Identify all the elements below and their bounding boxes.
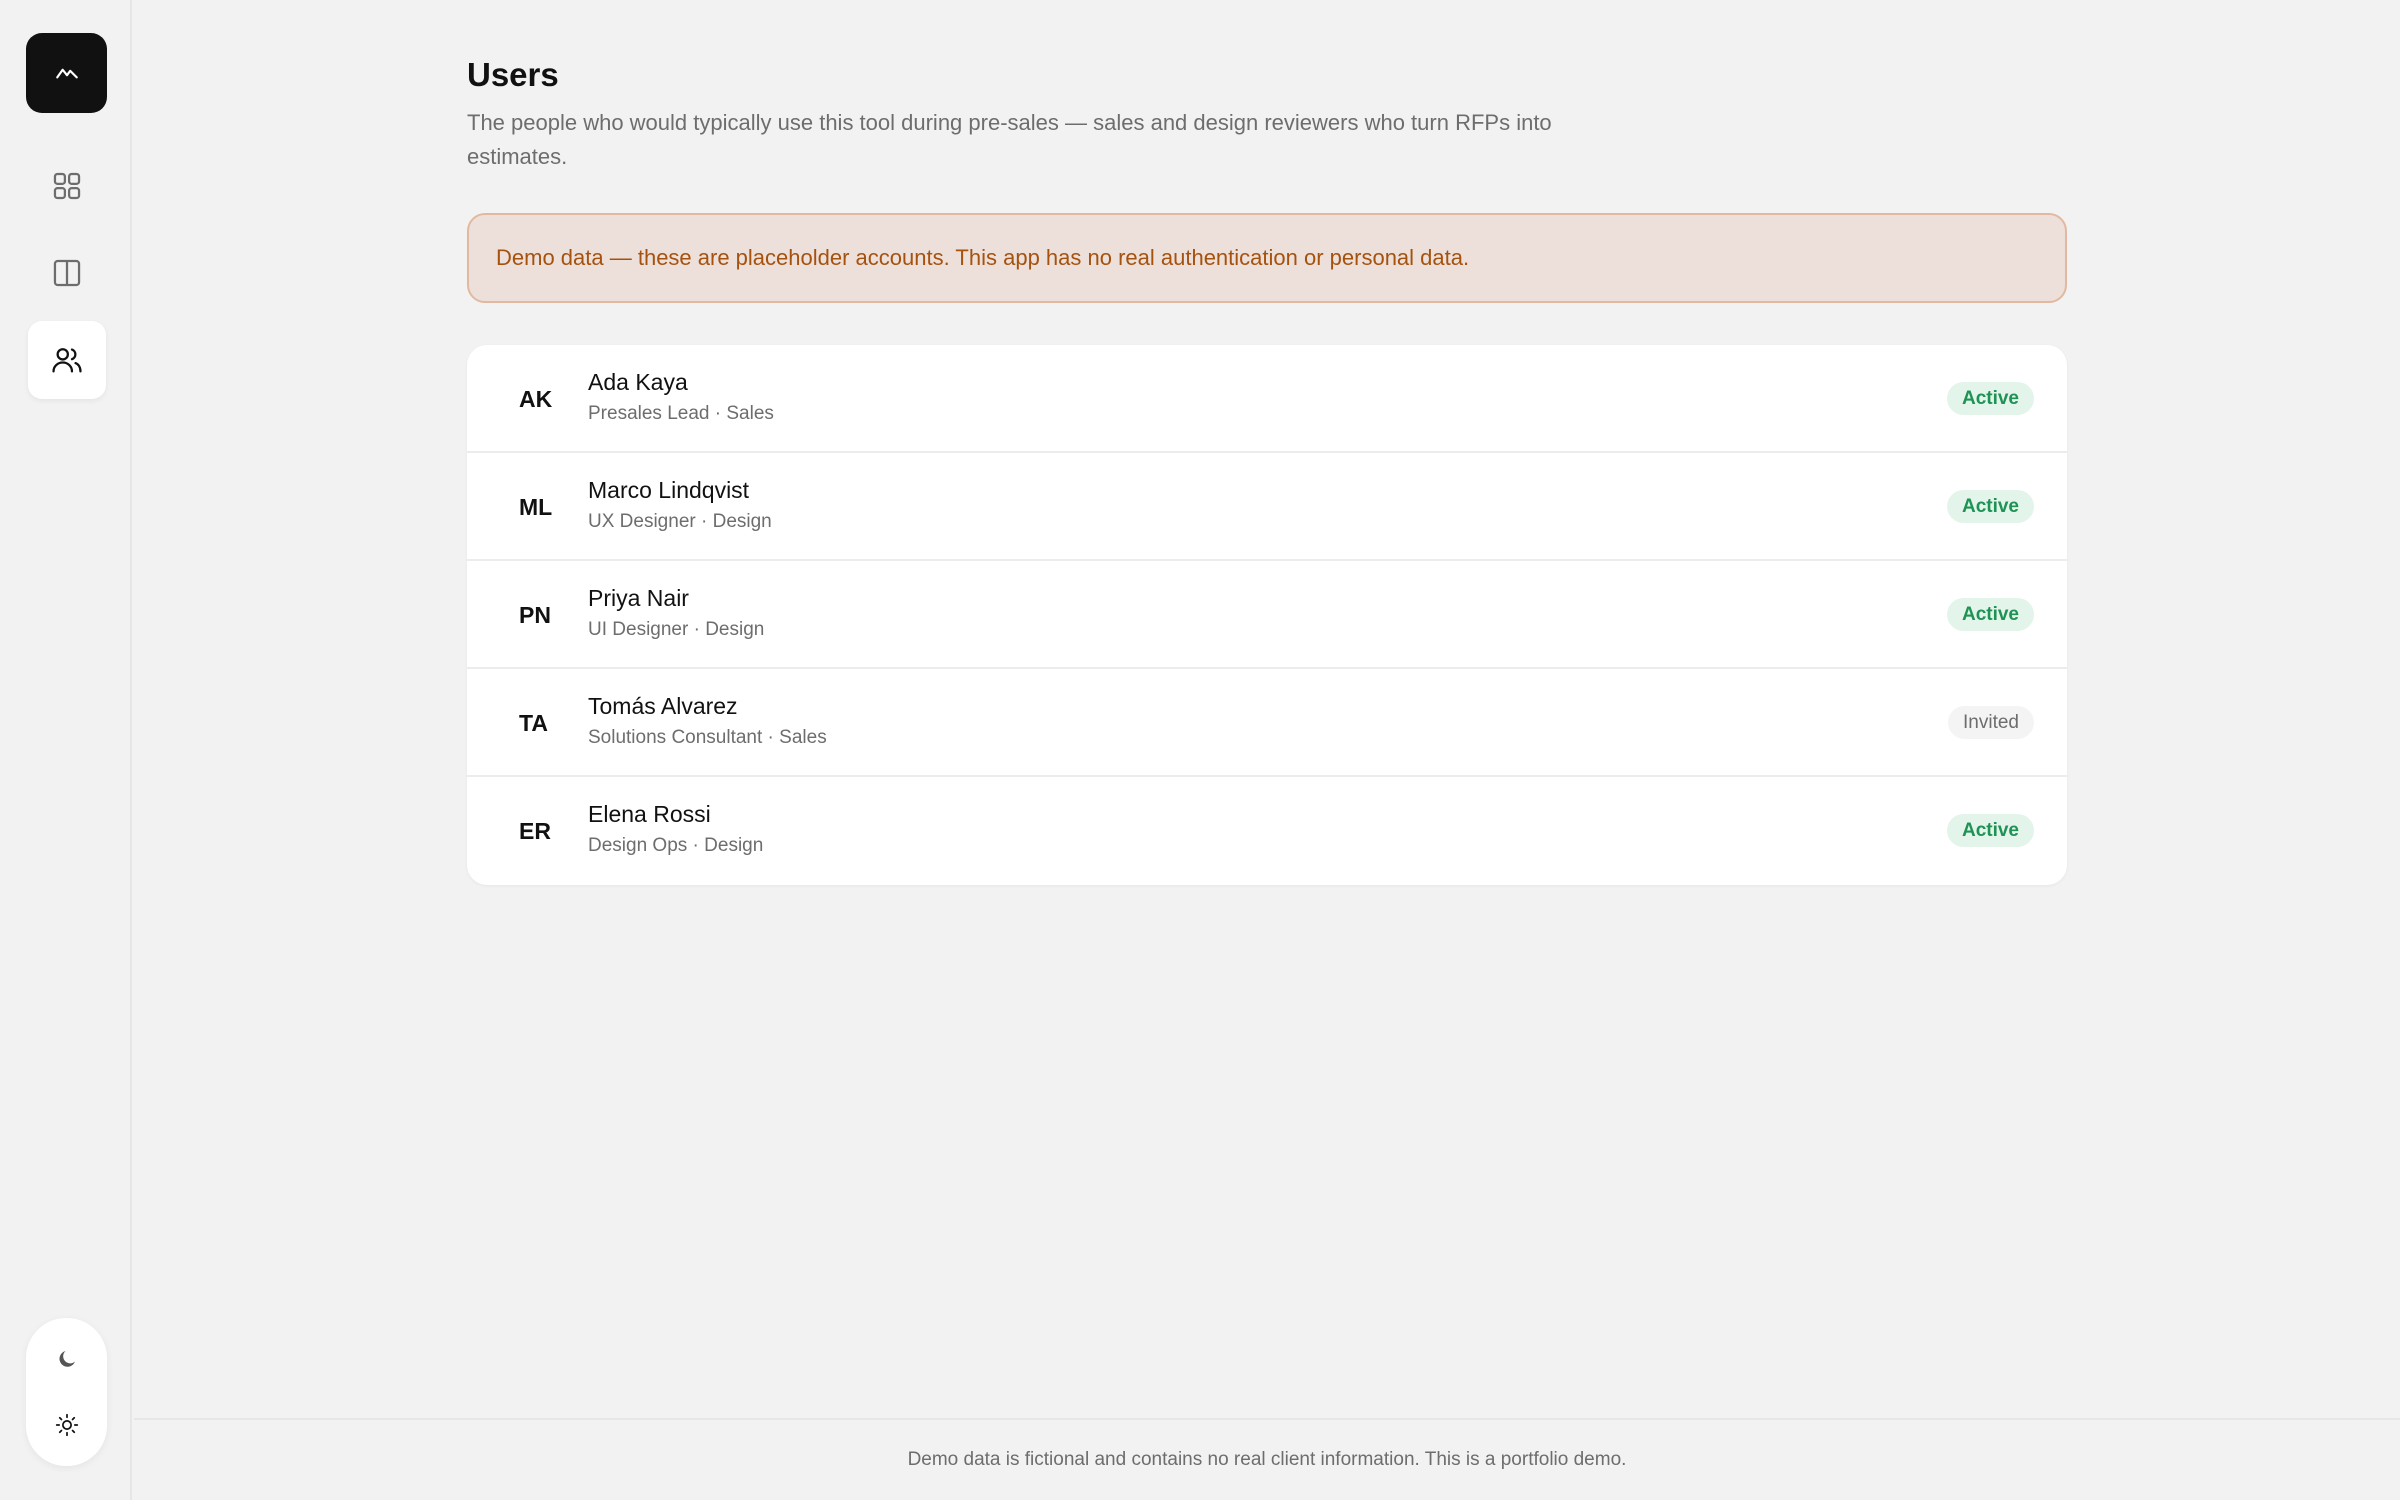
split-panel-icon (50, 256, 84, 290)
user-initials: AK (519, 385, 553, 412)
grid-icon (50, 169, 84, 203)
main-area: Users The people who would typically use… (134, 0, 2400, 1500)
theme-toggle (26, 1318, 107, 1466)
user-initials: PN (519, 601, 551, 628)
status-badge: Active (1946, 382, 2034, 415)
user-initials: ER (519, 817, 551, 844)
user-initials: TA (519, 709, 548, 736)
user-role: UI Designer · Design (588, 619, 765, 640)
status-badge: Active (1946, 814, 2034, 847)
user-initials: ML (519, 493, 553, 520)
status-badge: Invited (1948, 706, 2034, 739)
demo-notice-text: Demo data — these are placeholder accoun… (496, 245, 1470, 270)
status-badge: Active (1946, 490, 2034, 523)
moon-icon (55, 1347, 79, 1371)
user-role: Design Ops · Design (588, 835, 764, 856)
user-list: AK Ada Kaya Presales Lead · Sales Active… (467, 345, 2067, 885)
status-badge: Active (1946, 598, 2034, 631)
page-title: Users (467, 56, 559, 93)
user-row[interactable]: ER Elena Rossi Design Ops · Design Activ… (467, 777, 2067, 885)
user-name: Elena Rossi (588, 801, 711, 827)
user-name: Marco Lindqvist (588, 477, 750, 503)
user-row[interactable]: TA Tomás Alvarez Solutions Consultant · … (467, 669, 2067, 777)
user-name: Tomás Alvarez (588, 693, 738, 719)
sidebar (0, 0, 132, 1500)
mountain-logo-icon (54, 60, 80, 86)
nav-dashboard-button[interactable] (28, 147, 106, 225)
user-name: Priya Nair (588, 585, 689, 611)
footer-text: Demo data is fictional and contains no r… (907, 1449, 1627, 1470)
users-icon (50, 343, 84, 377)
user-role: UX Designer · Design (588, 511, 772, 532)
user-row[interactable]: AK Ada Kaya Presales Lead · Sales Active (467, 345, 2067, 453)
app-logo[interactable] (26, 33, 107, 113)
nav-users-button[interactable] (28, 321, 106, 399)
demo-notice-banner: Demo data — these are placeholder accoun… (467, 213, 2067, 303)
user-role: Presales Lead · Sales (588, 403, 774, 424)
footer: Demo data is fictional and contains no r… (134, 1418, 2400, 1500)
light-theme-button[interactable] (26, 1393, 107, 1457)
sun-icon (54, 1412, 80, 1438)
nav-split-view-button[interactable] (28, 234, 106, 312)
page-description: The people who would typically use this … (467, 110, 1552, 169)
user-name: Ada Kaya (588, 369, 688, 395)
dark-theme-button[interactable] (26, 1327, 107, 1391)
user-row[interactable]: ML Marco Lindqvist UX Designer · Design … (467, 453, 2067, 561)
user-row[interactable]: PN Priya Nair UI Designer · Design Activ… (467, 561, 2067, 669)
user-role: Solutions Consultant · Sales (588, 727, 827, 748)
